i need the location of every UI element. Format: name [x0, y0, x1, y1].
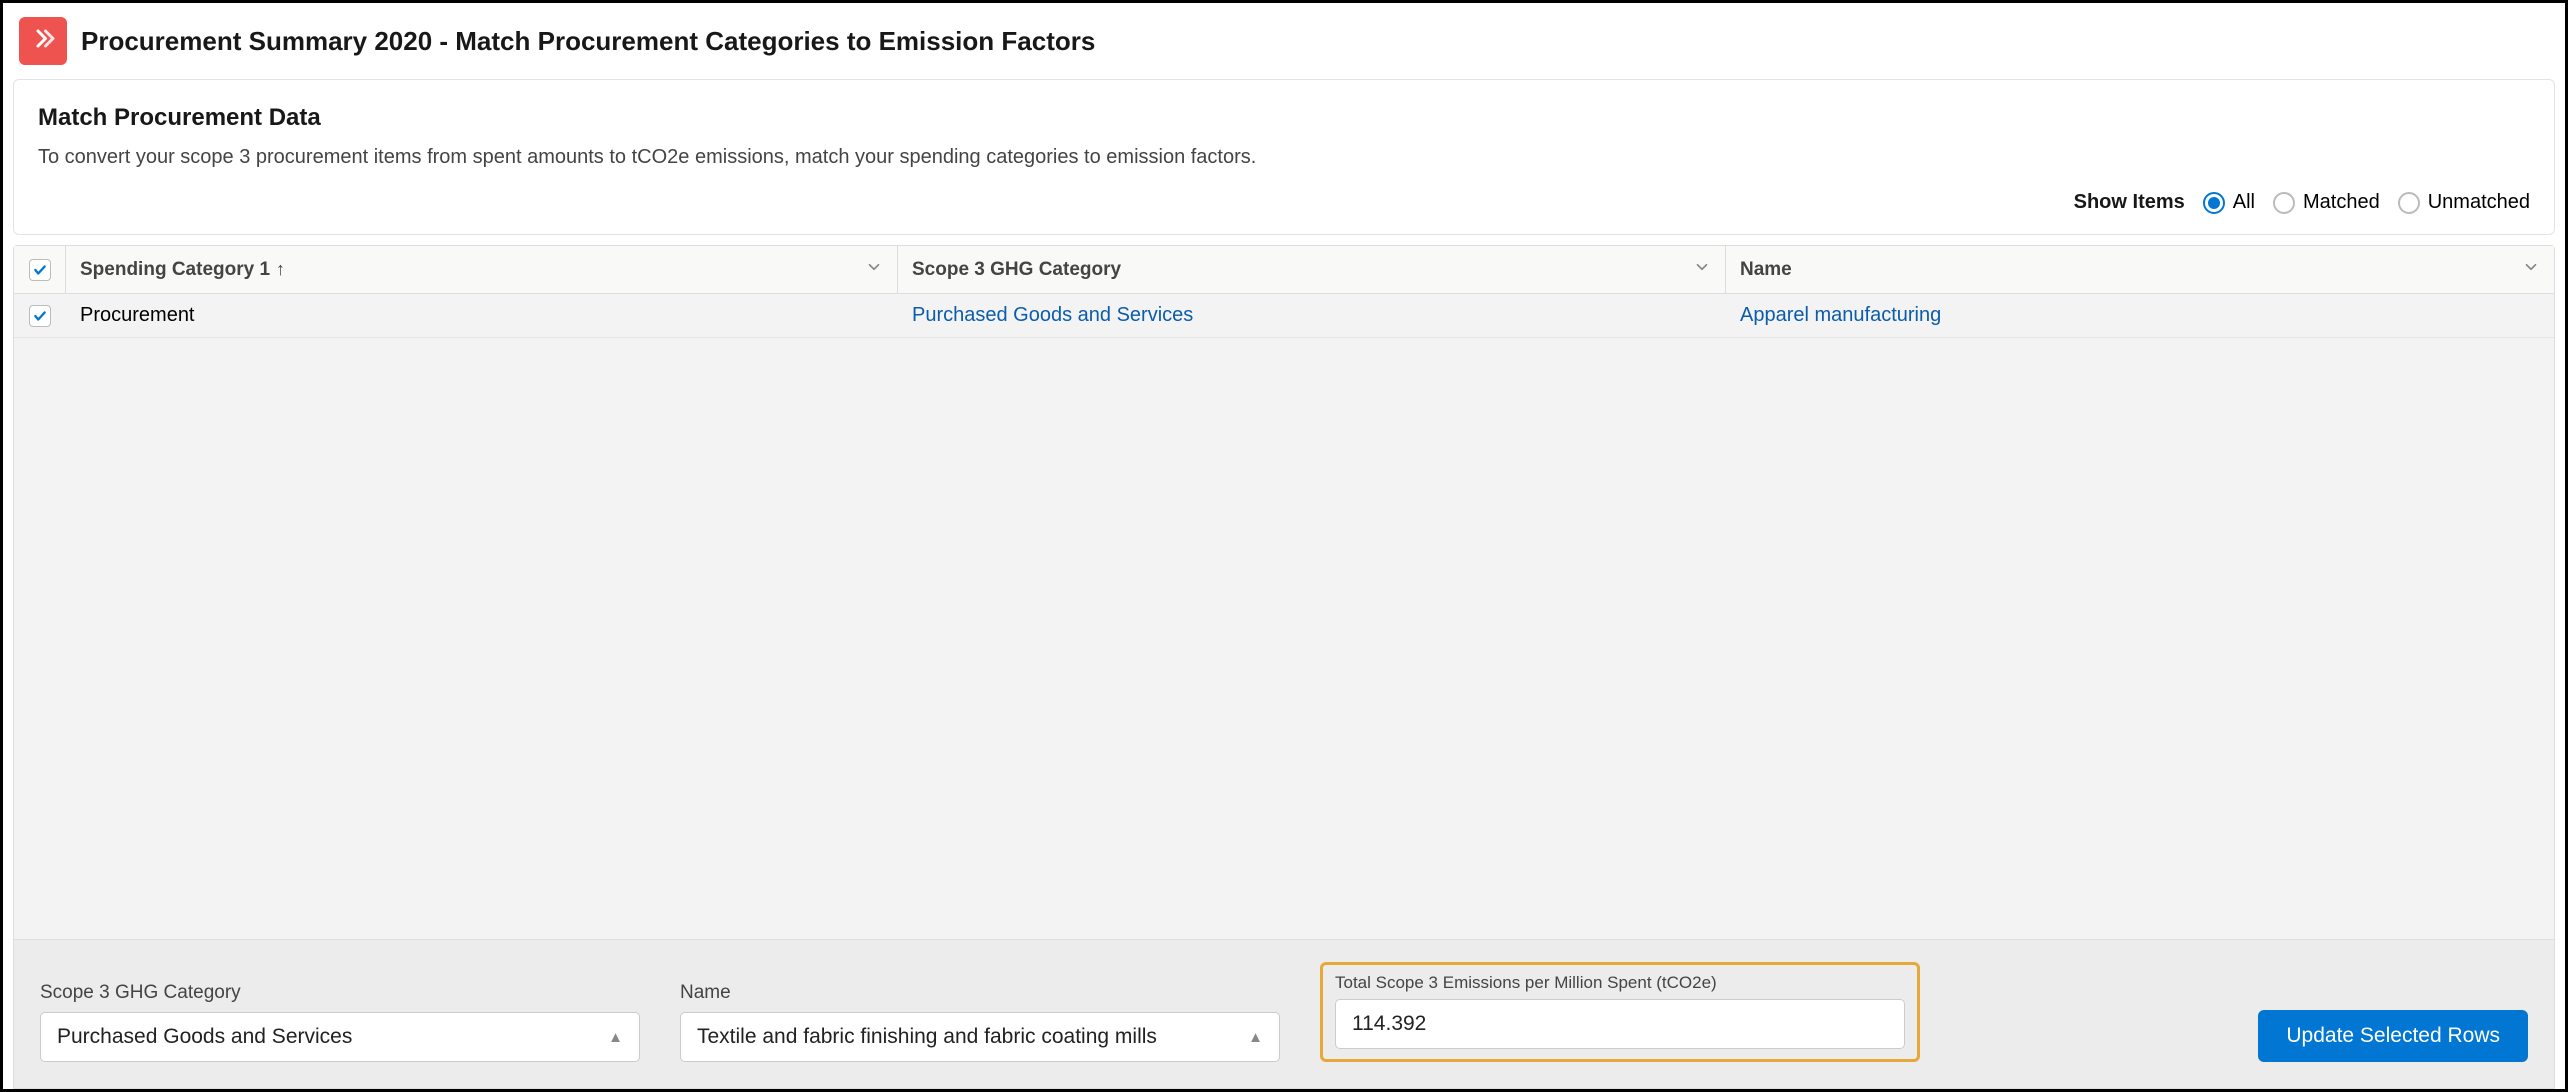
filter-label: Show Items: [2074, 191, 2185, 214]
row-checkbox-cell: [14, 294, 66, 337]
column-header-ghg[interactable]: Scope 3 GHG Category: [898, 246, 1726, 293]
radio-dot-icon: [2203, 192, 2225, 214]
field-emissions-label: Total Scope 3 Emissions per Million Spen…: [1335, 973, 1905, 993]
chevron-down-icon[interactable]: [865, 258, 883, 282]
update-selected-rows-button[interactable]: Update Selected Rows: [2258, 1010, 2528, 1062]
select-name[interactable]: Textile and fabric finishing and fabric …: [680, 1012, 1280, 1062]
field-ghg-category: Scope 3 GHG Category Purchased Goods and…: [40, 982, 640, 1062]
app-icon: [19, 17, 67, 65]
header-checkbox-cell: [14, 246, 66, 293]
cell-name-link[interactable]: Apparel manufacturing: [1726, 294, 2554, 337]
radio-dot-icon: [2273, 192, 2295, 214]
column-header-name[interactable]: Name: [1726, 246, 2554, 293]
select-all-checkbox[interactable]: [29, 259, 51, 281]
radio-matched-label: Matched: [2303, 191, 2380, 214]
column-header-name-label: Name: [1740, 259, 1792, 281]
column-header-spending-label: Spending Category 1: [80, 259, 270, 281]
info-card: Match Procurement Data To convert your s…: [13, 79, 2555, 235]
radio-all-label: All: [2233, 191, 2255, 214]
card-description: To convert your scope 3 procurement item…: [38, 146, 2530, 169]
select-name-value: Textile and fabric finishing and fabric …: [697, 1025, 1157, 1049]
data-grid: Spending Category 1 ↑ Scope 3 GHG Catego…: [13, 245, 2555, 1089]
select-ghg-value: Purchased Goods and Services: [57, 1025, 352, 1049]
radio-unmatched-label: Unmatched: [2428, 191, 2530, 214]
radio-unmatched[interactable]: Unmatched: [2398, 191, 2530, 214]
field-name-label: Name: [680, 982, 1280, 1004]
radio-dot-icon: [2398, 192, 2420, 214]
input-emissions[interactable]: 114.392: [1335, 999, 1905, 1049]
card-title: Match Procurement Data: [38, 104, 2530, 132]
select-ghg-category[interactable]: Purchased Goods and Services ▲: [40, 1012, 640, 1062]
input-emissions-value: 114.392: [1352, 1012, 1426, 1036]
page-title: Procurement Summary 2020 - Match Procure…: [81, 26, 1095, 57]
field-name: Name Textile and fabric finishing and fa…: [680, 982, 1280, 1062]
sort-ascending-icon: ↑: [276, 259, 285, 280]
cell-spending: Procurement: [66, 294, 898, 337]
footer-panel: Scope 3 GHG Category Purchased Goods and…: [14, 939, 2554, 1088]
field-emissions-highlighted: Total Scope 3 Emissions per Million Spen…: [1320, 962, 1920, 1062]
table-row[interactable]: Procurement Purchased Goods and Services…: [14, 294, 2554, 338]
chevron-down-icon[interactable]: [1693, 258, 1711, 282]
chevron-down-icon[interactable]: [2522, 258, 2540, 282]
cell-ghg-link[interactable]: Purchased Goods and Services: [898, 294, 1726, 337]
triangle-up-icon: ▲: [608, 1029, 623, 1046]
grid-body: Procurement Purchased Goods and Services…: [14, 294, 2554, 939]
column-header-spending[interactable]: Spending Category 1 ↑: [66, 246, 898, 293]
filter-row: Show Items All Matched Unmatched: [38, 191, 2530, 214]
column-header-ghg-label: Scope 3 GHG Category: [912, 259, 1121, 281]
field-ghg-label: Scope 3 GHG Category: [40, 982, 640, 1004]
triangle-up-icon: ▲: [1248, 1029, 1263, 1046]
grid-header: Spending Category 1 ↑ Scope 3 GHG Catego…: [14, 246, 2554, 294]
titlebar: Procurement Summary 2020 - Match Procure…: [13, 13, 2555, 79]
radio-matched[interactable]: Matched: [2273, 191, 2380, 214]
radio-all[interactable]: All: [2203, 191, 2255, 214]
row-checkbox[interactable]: [29, 305, 51, 327]
